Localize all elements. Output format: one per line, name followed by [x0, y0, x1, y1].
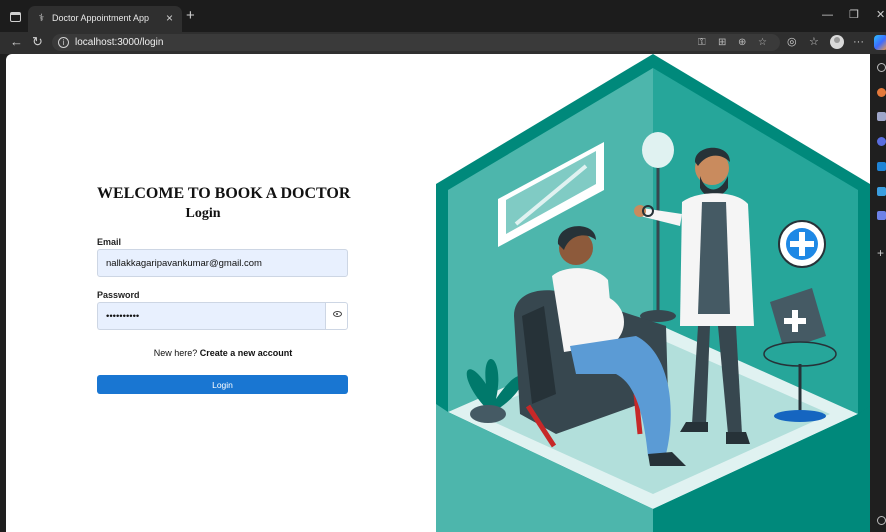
page-content: WELCOME TO BOOK A DOCTOR Login Email Pas… [6, 54, 870, 532]
designer-icon[interactable] [877, 211, 886, 220]
login-form: WELCOME TO BOOK A DOCTOR Login Email Pas… [6, 54, 436, 532]
window-icon[interactable] [10, 12, 21, 22]
star-icon[interactable]: ☆ [758, 36, 767, 49]
plant-pot [470, 405, 506, 423]
lamp-shade [642, 132, 674, 168]
login-button[interactable]: Login [97, 375, 348, 394]
password-field[interactable] [97, 302, 325, 330]
email-input[interactable] [98, 250, 347, 276]
shopping-icon[interactable] [877, 88, 886, 97]
more-icon[interactable]: ··· [853, 35, 864, 49]
welcome-heading: WELCOME TO BOOK A DOCTOR [97, 185, 351, 202]
password-input[interactable] [98, 303, 325, 329]
address-bar: ← ↻ i localhost:3000/login ⚿ ⊞ ⊕ ☆ ◎ ☆ ·… [0, 32, 886, 54]
reload-icon[interactable]: ↻ [32, 34, 43, 50]
search-icon[interactable] [877, 63, 886, 72]
signup-prompt: New here? Create a new account [6, 348, 440, 358]
table-shadow [774, 410, 826, 422]
toggle-password-button[interactable] [325, 302, 348, 330]
browser-tab[interactable]: ⚕ Doctor Appointment App × [28, 6, 182, 32]
password-label: Password [97, 290, 140, 300]
copilot-icon[interactable] [874, 35, 886, 50]
back-icon[interactable]: ← [10, 34, 23, 50]
create-account-link[interactable]: Create a new account [200, 348, 293, 358]
tab-favicon-icon: ⚕ [38, 13, 45, 24]
add-icon[interactable]: + [877, 247, 886, 259]
zoom-icon[interactable]: ⊕ [738, 36, 746, 49]
doctor-shirt [698, 202, 730, 314]
login-heading: Login [185, 206, 221, 221]
send-icon[interactable] [877, 187, 886, 196]
key-icon[interactable]: ⚿ [698, 36, 706, 49]
doctor-shoe [726, 432, 750, 444]
url-text[interactable]: localhost:3000/login [75, 37, 163, 48]
side-table [763, 341, 837, 367]
favorites-icon[interactable]: ☆ [809, 35, 819, 49]
minimize-icon[interactable]: — [822, 9, 833, 21]
new-here-text: New here? [153, 348, 198, 358]
tools-icon[interactable] [877, 112, 886, 121]
close-window-icon[interactable]: ✕ [876, 9, 885, 21]
edge-sidebar: + [870, 54, 886, 532]
grid-icon[interactable]: ⊞ [718, 36, 726, 49]
tab-title: Doctor Appointment App [52, 13, 150, 23]
new-tab-button[interactable]: + [186, 8, 195, 23]
games-icon[interactable] [877, 137, 886, 146]
close-tab-icon[interactable]: × [166, 11, 173, 25]
email-field[interactable] [97, 249, 348, 277]
profile-icon[interactable] [830, 35, 844, 49]
email-label: Email [97, 237, 122, 247]
url-field[interactable]: i localhost:3000/login ⚿ ⊞ ⊕ ☆ [52, 34, 780, 51]
restore-icon[interactable]: ❐ [849, 9, 859, 21]
outlook-icon[interactable] [877, 162, 886, 171]
info-icon[interactable]: i [58, 37, 69, 48]
settings-icon[interactable] [877, 516, 886, 525]
tab-bar: ⚕ Doctor Appointment App × + — ❐ ✕ [0, 0, 886, 32]
shield-icon[interactable]: ◎ [787, 35, 797, 49]
eye-icon [333, 311, 342, 317]
doctor-illustration [436, 54, 870, 532]
